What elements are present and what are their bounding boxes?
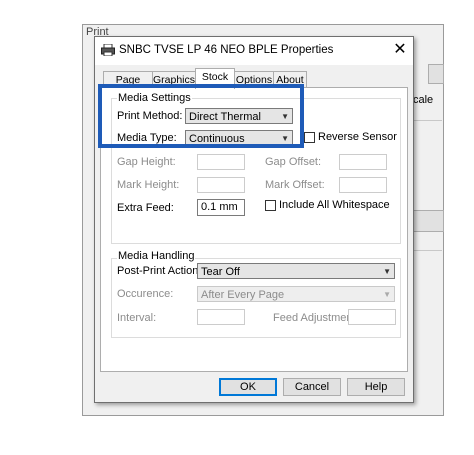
mark-offset-input[interactable] <box>339 177 387 193</box>
media-handling-label: Media Handling <box>117 250 196 262</box>
gap-offset-input[interactable] <box>339 154 387 170</box>
mark-height-input[interactable] <box>197 177 245 193</box>
occurrence-label: Occurence: <box>117 288 174 300</box>
post-print-action-select[interactable]: Tear Off ▼ <box>197 263 395 279</box>
background-scale-label: cale <box>413 94 434 106</box>
reverse-sensor-checkbox[interactable] <box>304 132 315 143</box>
include-whitespace-checkbox[interactable] <box>265 200 276 211</box>
occurrence-select[interactable]: After Every Page ▼ <box>197 286 395 302</box>
background-button[interactable] <box>412 210 444 232</box>
post-print-action-label: Post-Print Action: <box>117 265 202 277</box>
extra-feed-input[interactable]: 0.1 mm <box>197 199 245 216</box>
include-whitespace-label: Include All Whitespace <box>279 199 390 211</box>
printer-icon <box>101 44 115 56</box>
title-bar: SNBC TVSE LP 46 NEO BPLE Properties ✕ <box>95 37 413 65</box>
chevron-down-icon: ▼ <box>383 290 391 299</box>
ok-button[interactable]: OK <box>219 378 277 396</box>
extra-feed-label: Extra Feed: <box>117 202 174 214</box>
dialog-title: SNBC TVSE LP 46 NEO BPLE Properties <box>119 44 334 56</box>
close-icon[interactable]: ✕ <box>391 40 409 60</box>
feed-adjustment-label: Feed Adjustment: <box>273 312 359 324</box>
reverse-sensor-label: Reverse Sensor <box>318 131 397 143</box>
highlight-box <box>98 84 304 148</box>
chevron-down-icon: ▼ <box>383 267 391 276</box>
interval-label: Interval: <box>117 312 157 324</box>
gap-height-input[interactable] <box>197 154 245 170</box>
interval-input[interactable] <box>197 309 245 325</box>
help-button[interactable]: Help <box>347 378 405 396</box>
post-print-action-value: Tear Off <box>201 266 240 278</box>
mark-height-label: Mark Height: <box>117 179 180 191</box>
feed-adjustment-input[interactable] <box>348 309 396 325</box>
mark-offset-label: Mark Offset: <box>265 179 325 191</box>
occurrence-value: After Every Page <box>201 289 285 301</box>
gap-offset-label: Gap Offset: <box>265 156 322 168</box>
cancel-button[interactable]: Cancel <box>283 378 341 396</box>
gap-height-label: Gap Height: <box>117 156 176 168</box>
background-button[interactable] <box>428 64 444 84</box>
